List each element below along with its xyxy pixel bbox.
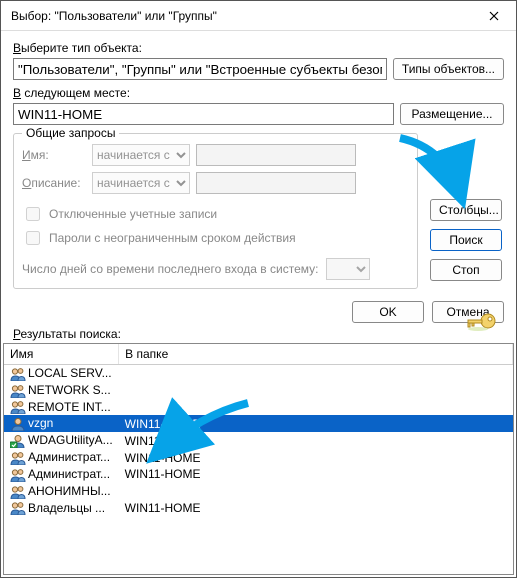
results-table: Имя В папке LOCAL SERV...NETWORK S...REM…	[4, 344, 513, 516]
cell-folder	[119, 382, 513, 399]
cell-folder: WIN11-HOME	[119, 449, 513, 466]
name-filter-label: Имя:	[22, 148, 86, 162]
dialog-button-bar: OK Отмена	[1, 293, 516, 327]
group-icon	[10, 367, 26, 381]
common-queries-legend: Общие запросы	[22, 126, 119, 140]
cell-folder: WIN11-HOME	[119, 500, 513, 517]
group-icon	[10, 400, 26, 414]
location-field	[13, 103, 394, 125]
nonexpiring-pw-checkbox[interactable]	[26, 231, 40, 245]
search-button[interactable]: Поиск	[430, 229, 502, 251]
nonexpiring-pw-label: Пароли с неограниченным сроком действия	[49, 231, 296, 245]
close-button[interactable]	[472, 1, 516, 31]
cell-folder	[119, 365, 513, 382]
location-button[interactable]: Размещение...	[400, 103, 504, 125]
cell-folder: WIN11-HOME	[119, 432, 513, 449]
group-icon	[10, 485, 26, 499]
group-icon	[10, 501, 26, 515]
desc-filter-mode[interactable]: начинается с	[92, 172, 190, 194]
table-row[interactable]: vzgnWIN11-HOME	[4, 415, 513, 432]
group-icon	[10, 451, 26, 465]
stop-button[interactable]: Стоп	[430, 259, 502, 281]
cell-folder	[119, 399, 513, 416]
table-row[interactable]: Администрат...WIN11-HOME	[4, 466, 513, 483]
table-row[interactable]: Владельцы ...WIN11-HOME	[4, 500, 513, 517]
right-button-column: Столбцы... Поиск Стоп	[430, 199, 502, 281]
location-label: В следующем месте:	[13, 86, 504, 100]
cell-name: REMOTE INT...	[4, 399, 119, 416]
desc-filter-label: Описание:	[22, 176, 86, 190]
desc-filter-input[interactable]	[196, 172, 356, 194]
days-since-logon-combo[interactable]	[326, 258, 370, 280]
user-badge-icon	[10, 434, 26, 448]
table-row[interactable]: NETWORK S...	[4, 382, 513, 399]
table-row[interactable]: REMOTE INT...	[4, 399, 513, 416]
cell-folder: WIN11-HOME	[119, 466, 513, 483]
results-label: Результаты поиска:	[1, 327, 516, 343]
cell-name: Администрат...	[4, 466, 119, 483]
columns-button[interactable]: Столбцы...	[430, 199, 502, 221]
window-title: Выбор: "Пользователи" или "Группы"	[11, 9, 472, 23]
name-filter-mode[interactable]: начинается с	[92, 144, 190, 166]
cell-folder	[119, 483, 513, 500]
user-icon	[10, 417, 26, 431]
cell-name: NETWORK S...	[4, 382, 119, 399]
group-icon	[10, 468, 26, 482]
results-list[interactable]: Имя В папке LOCAL SERV...NETWORK S...REM…	[3, 343, 514, 575]
dialog-body: Выберите тип объекта: Типы объектов... В…	[1, 31, 516, 293]
col-header-folder[interactable]: В папке	[119, 344, 513, 365]
ok-button[interactable]: OK	[352, 301, 424, 323]
title-bar: Выбор: "Пользователи" или "Группы"	[1, 1, 516, 31]
table-row[interactable]: Администрат...WIN11-HOME	[4, 449, 513, 466]
key-icon	[466, 309, 498, 333]
cell-name: Администрат...	[4, 449, 119, 466]
cell-name: Владельцы ...	[4, 500, 119, 517]
object-type-label: Выберите тип объекта:	[13, 41, 504, 55]
group-icon	[10, 384, 26, 398]
days-since-logon-label: Число дней со времени последнего входа в…	[22, 262, 318, 276]
table-row[interactable]: АНОНИМНЫ...	[4, 483, 513, 500]
cell-name: vzgn	[4, 415, 119, 432]
common-queries-group: Общие запросы Имя: начинается с Описание…	[13, 133, 418, 289]
table-row[interactable]: WDAGUtilityA...WIN11-HOME	[4, 432, 513, 449]
cell-name: LOCAL SERV...	[4, 365, 119, 382]
cell-folder: WIN11-HOME	[119, 415, 513, 432]
table-row[interactable]: LOCAL SERV...	[4, 365, 513, 382]
disabled-accounts-checkbox[interactable]	[26, 207, 40, 221]
cell-name: WDAGUtilityA...	[4, 432, 119, 449]
object-types-button[interactable]: Типы объектов...	[393, 58, 504, 80]
disabled-accounts-label: Отключенные учетные записи	[49, 207, 217, 221]
name-filter-input[interactable]	[196, 144, 356, 166]
cell-name: АНОНИМНЫ...	[4, 483, 119, 500]
col-header-name[interactable]: Имя	[4, 344, 119, 365]
object-types-field	[13, 58, 387, 80]
dialog-window: Выбор: "Пользователи" или "Группы" Выбер…	[0, 0, 517, 578]
close-icon	[489, 11, 499, 21]
